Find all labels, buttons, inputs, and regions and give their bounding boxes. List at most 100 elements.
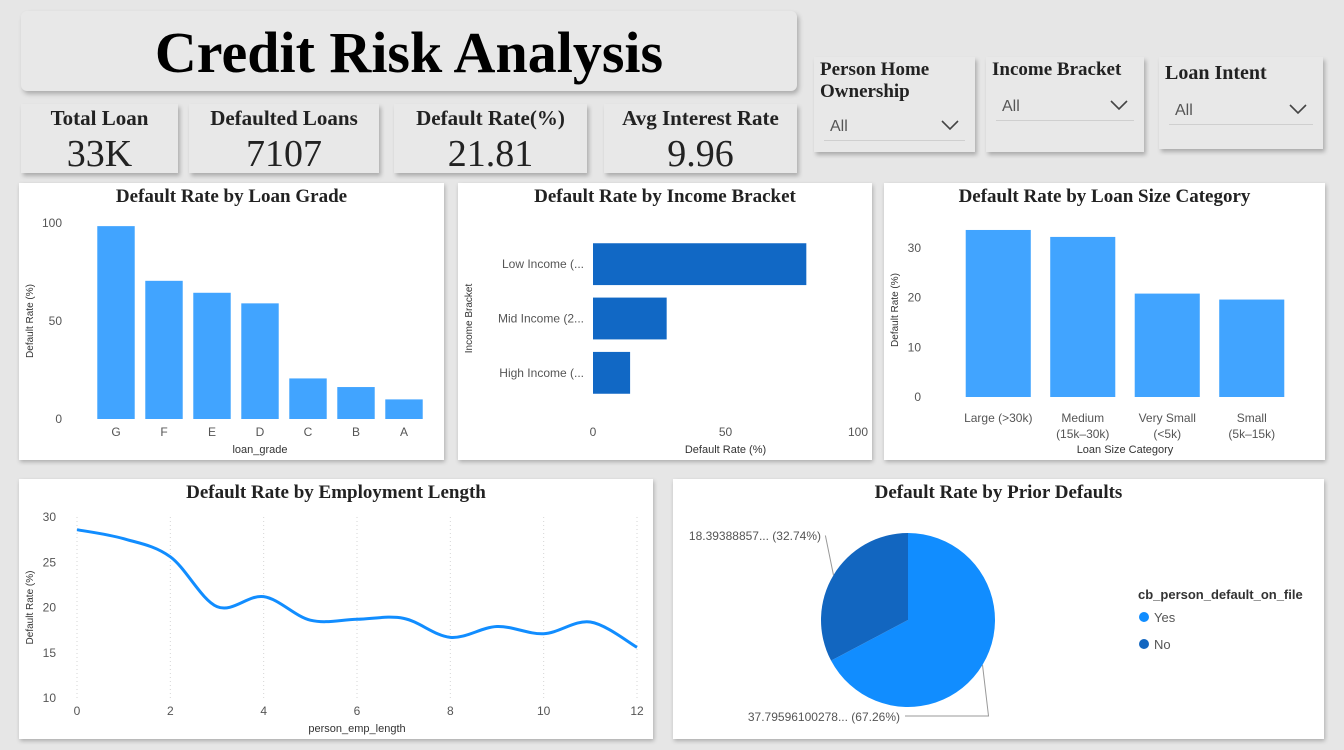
- y-tick-label: 0: [914, 390, 921, 404]
- income-bracket-chart-svg: Low Income (... Mid Income (2... High Inco…: [464, 243, 868, 456]
- kpi-value: 21.81: [447, 133, 534, 175]
- x-axis-label: Loan Size Category: [1077, 444, 1174, 456]
- x-tick-label: 8: [447, 704, 454, 718]
- kpi-value: 7107: [246, 133, 322, 175]
- bar: [1050, 236, 1116, 397]
- x-tick-label: 12: [630, 704, 644, 718]
- bar: [1134, 293, 1200, 397]
- x-tick-label: 2: [167, 704, 174, 718]
- dropdown-value: All: [1175, 102, 1193, 119]
- kpi-label: Defaulted Loans: [210, 106, 358, 130]
- bar: [241, 303, 279, 419]
- x-tick-label: (15k–30k): [1056, 427, 1109, 441]
- legend-label: No: [1154, 637, 1171, 652]
- x-tick-label: C: [304, 425, 313, 439]
- x-tick-label: 10: [537, 704, 551, 718]
- bar: [593, 297, 667, 340]
- page-title: Credit Risk Analysis: [154, 20, 664, 85]
- y-tick-label: 30: [43, 510, 57, 524]
- slicer-income-bracket: Income Bracket All: [986, 57, 1144, 152]
- x-axis-label: loan_grade: [232, 444, 287, 456]
- y-tick-label: 20: [908, 291, 922, 305]
- x-tick-label: B: [352, 425, 360, 439]
- chart-employment-length: Default Rate by Employment Length 024681…: [19, 479, 653, 739]
- bar: [965, 229, 1031, 397]
- y-axis-label: Default Rate (%): [25, 284, 36, 358]
- x-tick-label: 0: [74, 704, 81, 718]
- chart-loan-grade: Default Rate by Loan Grade 0 50 100 G F E D C B A…: [19, 183, 444, 460]
- legend-marker: [1139, 639, 1149, 649]
- slicer-label: Person Home Ownership: [820, 59, 930, 102]
- kpi-defaulted-loans: Defaulted Loans 7107: [189, 104, 379, 175]
- kpi-avg-interest-rate: Avg Interest Rate 9.96: [604, 104, 797, 175]
- y-tick-label: Mid Income (2...: [498, 312, 584, 326]
- x-tick-label: A: [400, 425, 408, 439]
- slicer-home-ownership: Person Home Ownership All: [814, 57, 975, 152]
- x-tick-label: 6: [354, 704, 361, 718]
- x-tick-label: F: [160, 425, 167, 439]
- y-tick-label: 10: [43, 691, 57, 705]
- x-tick-label: Medium: [1061, 411, 1104, 425]
- kpi-default-rate: Default Rate(%) 21.81: [394, 104, 587, 175]
- y-tick-label: High Income (...: [499, 366, 584, 380]
- x-tick-label: (<5k): [1153, 427, 1181, 441]
- y-tick-label: 25: [43, 555, 57, 569]
- kpi-label: Default Rate(%): [416, 106, 565, 130]
- slicer-label: Loan Intent: [1165, 62, 1267, 84]
- bar: [385, 399, 423, 419]
- x-tick-label: D: [256, 425, 265, 439]
- y-tick-label: 10: [908, 340, 922, 354]
- home-ownership-dropdown[interactable]: All: [824, 115, 965, 141]
- x-tick-label: Small: [1237, 411, 1267, 425]
- x-axis-label: Default Rate (%): [685, 444, 766, 456]
- x-tick-label: Very Small: [1139, 411, 1196, 425]
- bar: [97, 226, 135, 419]
- chart-income-bracket: Default Rate by Income Bracket Low Incom…: [458, 183, 872, 460]
- chevron-down-icon: [1110, 100, 1128, 111]
- kpi-label: Total Loan: [50, 106, 149, 130]
- chevron-down-icon: [1289, 104, 1307, 115]
- bar: [289, 378, 327, 419]
- chart-prior-defaults: Default Rate by Prior Defaults 37.795961…: [673, 479, 1324, 739]
- bar: [145, 280, 183, 419]
- y-axis-label: Income Bracket: [464, 284, 475, 354]
- employment-length-chart-svg: 0 2 4 6 8 10 12 10 15 20 25 30 person_emp_length Defa…: [25, 510, 644, 735]
- x-tick-label: 100: [848, 425, 868, 439]
- y-tick-label: 0: [55, 412, 62, 426]
- slicer-loan-intent: Loan Intent All: [1159, 57, 1323, 149]
- kpi-value: 33K: [66, 133, 133, 175]
- x-tick-label: Large (>30k): [964, 411, 1032, 425]
- title-banner: Credit Risk Analysis: [21, 11, 797, 91]
- slicer-label: Income Bracket: [992, 59, 1122, 80]
- x-tick-label: (5k–15k): [1228, 427, 1275, 441]
- x-tick-label: 4: [260, 704, 267, 718]
- dropdown-value: All: [1002, 98, 1020, 115]
- kpi-value: 9.96: [667, 133, 734, 175]
- y-axis-label: Default Rate (%): [890, 273, 901, 347]
- bar: [1219, 299, 1285, 397]
- kpi-label: Avg Interest Rate: [622, 106, 779, 130]
- data-label: 37.79596100278... (67.26%): [748, 710, 900, 724]
- legend-title: cb_person_default_on_file: [1138, 587, 1303, 602]
- x-tick-label: G: [111, 425, 120, 439]
- x-tick-label: E: [208, 425, 216, 439]
- chevron-down-icon: [941, 120, 959, 131]
- loan-grade-chart-svg: 0 50 100 G F E D C B Aloan_grade Default Rate (%): [25, 216, 423, 456]
- bar: [193, 292, 231, 419]
- data-label: 18.39388857... (32.74%): [689, 529, 821, 543]
- bar: [337, 387, 375, 419]
- bar: [593, 243, 807, 286]
- income-bracket-dropdown[interactable]: All: [996, 95, 1134, 121]
- leader-line: [824, 535, 834, 576]
- y-tick-label: 15: [43, 646, 57, 660]
- x-tick-label: 0: [590, 425, 597, 439]
- loan-size-chart-svg: 0 10 20 30 Large (>30k) Medium (15k–30k) Very S…: [890, 229, 1285, 456]
- chart-loan-size: Default Rate by Loan Size Category 0 10 20…: [884, 183, 1325, 460]
- y-tick-label: 30: [908, 241, 922, 255]
- y-tick-label: 50: [49, 314, 63, 328]
- dropdown-value: All: [830, 118, 848, 135]
- y-tick-label: Low Income (...: [502, 257, 584, 271]
- kpi-total-loan: Total Loan 33K: [21, 104, 178, 175]
- y-tick-label: 20: [43, 601, 57, 615]
- loan-intent-dropdown[interactable]: All: [1169, 99, 1313, 125]
